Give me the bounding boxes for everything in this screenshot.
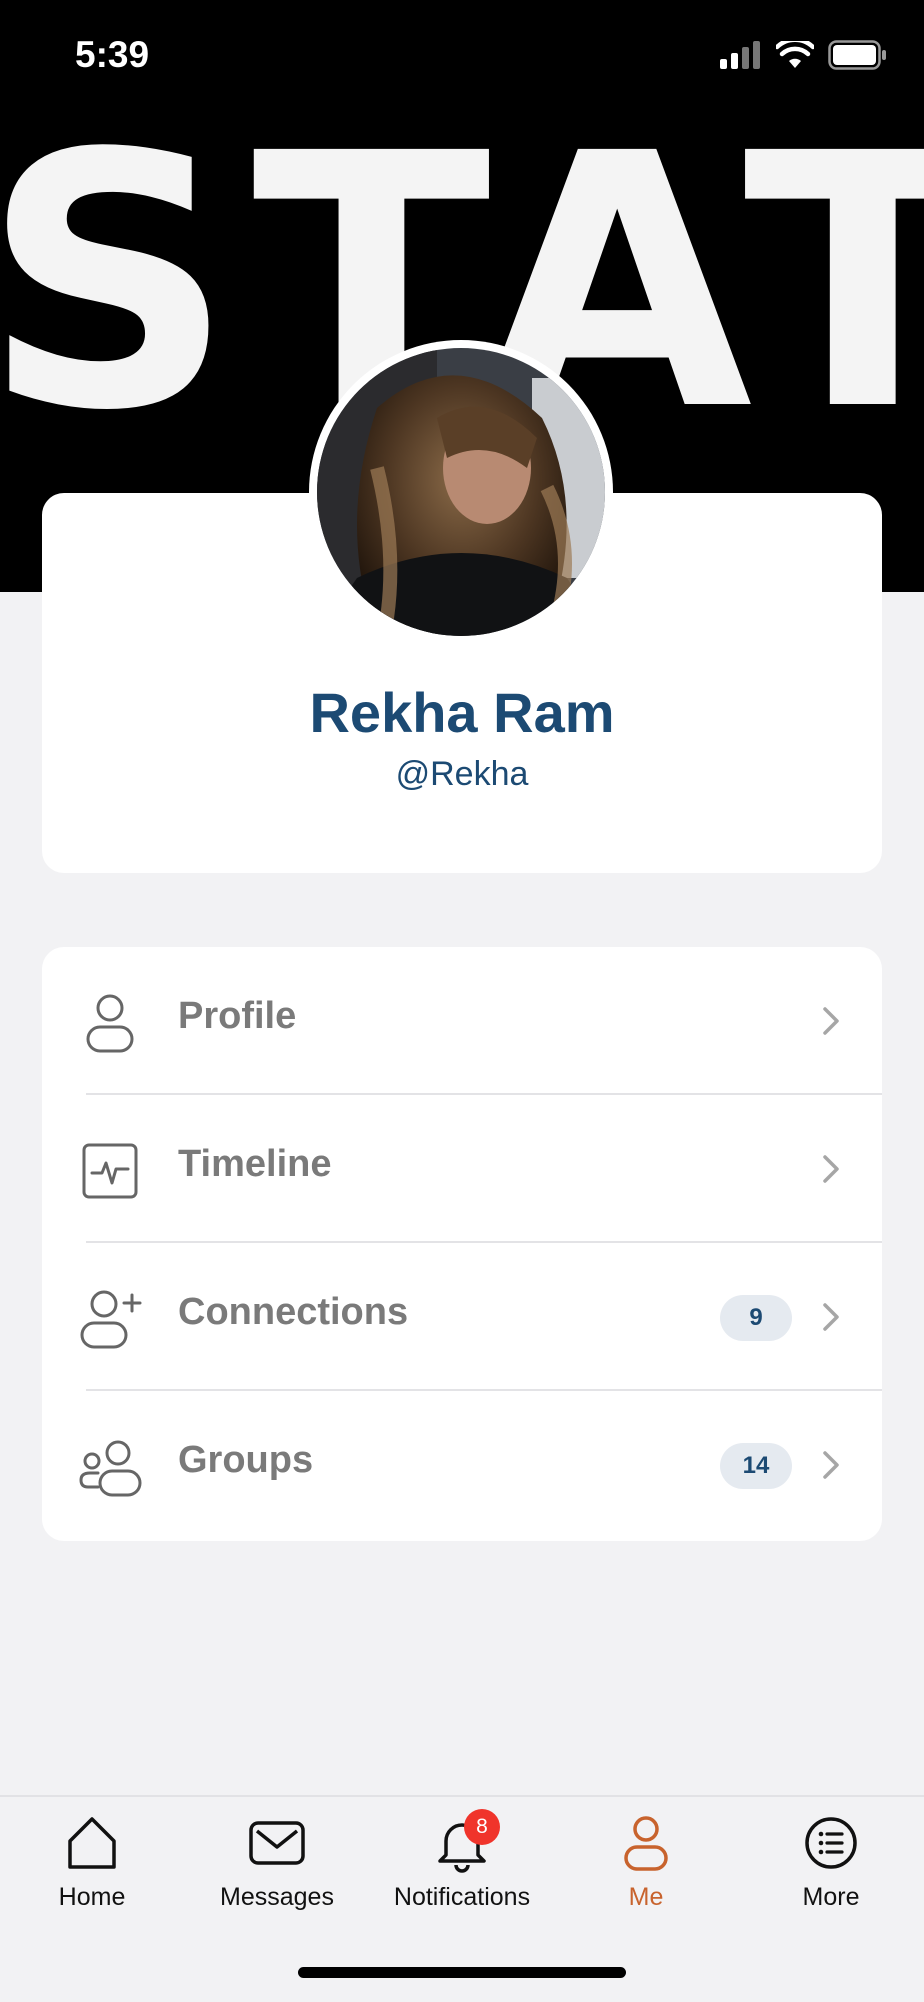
home-icon <box>68 1817 116 1869</box>
tab-notifications[interactable]: 8 Notifications <box>372 1809 552 1933</box>
group-icon <box>79 1440 142 1497</box>
notification-badge: 8 <box>464 1809 500 1845</box>
chevron-right-icon <box>823 1007 839 1035</box>
person-icon <box>624 1816 668 1871</box>
menu-list: Profile Timeline Connections 9 Groups 14 <box>42 947 882 1541</box>
chevron-right-icon <box>823 1451 839 1479</box>
person-add-icon <box>80 1290 142 1349</box>
tab-label: Notifications <box>393 1883 531 1911</box>
tab-me[interactable]: Me <box>556 1813 736 1933</box>
person-icon <box>86 994 134 1053</box>
home-indicator[interactable] <box>298 1967 626 1978</box>
signal-icon <box>720 41 760 69</box>
tab-label: Messages <box>220 1883 334 1911</box>
mail-icon <box>249 1821 305 1865</box>
menu-item-label: Connections <box>178 1291 409 1333</box>
tab-label: More <box>802 1883 860 1911</box>
count-badge: 14 <box>720 1443 792 1489</box>
user-name: Rekha Ram <box>309 681 615 744</box>
tab-more[interactable]: More <box>741 1813 921 1933</box>
menu-item-groups[interactable]: Groups 14 <box>42 1391 882 1539</box>
menu-item-connections[interactable]: Connections 9 <box>42 1243 882 1391</box>
menu-item-profile[interactable]: Profile <box>42 947 882 1095</box>
list-icon <box>805 1817 857 1869</box>
menu-item-timeline[interactable]: Timeline <box>42 1095 882 1243</box>
menu-item-label: Groups <box>178 1439 314 1481</box>
chevron-right-icon <box>823 1303 839 1331</box>
tab-label: Me <box>628 1883 664 1911</box>
wifi-icon <box>776 41 814 68</box>
status-bar: 5:39 <box>0 0 924 110</box>
user-handle: @Rekha <box>395 755 529 793</box>
avatar-photo <box>317 348 605 636</box>
battery-icon <box>828 40 886 70</box>
tab-messages[interactable]: Messages <box>187 1813 367 1933</box>
menu-item-label: Timeline <box>178 1143 332 1185</box>
count-badge: 9 <box>720 1295 792 1341</box>
menu-item-label: Profile <box>178 995 297 1037</box>
tab-home[interactable]: Home <box>2 1813 182 1933</box>
chevron-right-icon <box>823 1155 839 1183</box>
avatar[interactable] <box>309 340 613 644</box>
tab-label: Home <box>58 1883 126 1911</box>
status-time: 5:39 <box>75 34 150 75</box>
activity-icon <box>82 1143 138 1199</box>
status-icons <box>720 40 888 70</box>
